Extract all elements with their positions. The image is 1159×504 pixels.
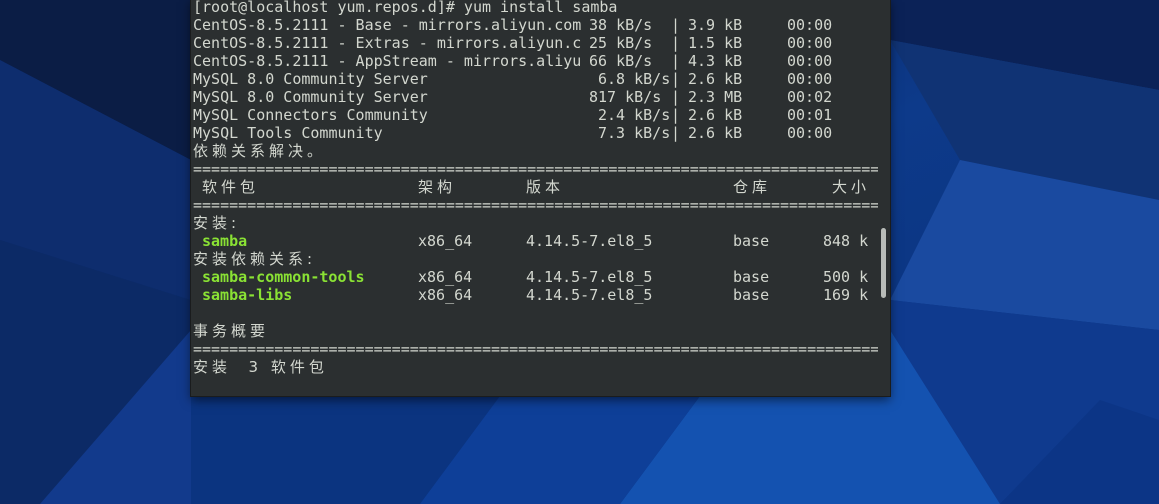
package-size: 848 k bbox=[823, 232, 869, 250]
package-version: 4.14.5-7.el8_5 bbox=[526, 268, 653, 286]
package-arch: x86_64 bbox=[418, 286, 473, 304]
repo-name: MySQL Connectors Community bbox=[193, 106, 428, 124]
repo-size: 4.3 kB bbox=[688, 52, 743, 70]
header-package: 软件包 bbox=[202, 178, 260, 196]
table-row: samba x86_64 4.14.5-7.el8_5 base 848 k bbox=[193, 232, 878, 250]
repo-speed: 6.8 kB/s bbox=[598, 70, 671, 88]
repo-time: 00:00 bbox=[787, 34, 833, 52]
repo-name: MySQL Tools Community bbox=[193, 124, 383, 142]
repo-line: CentOS-8.5.2111 - Base - mirrors.aliyun.… bbox=[193, 16, 878, 34]
install-label: 安装: bbox=[193, 214, 241, 232]
separator-line: ========================================… bbox=[193, 160, 878, 178]
pipe: | bbox=[671, 52, 681, 70]
package-arch: x86_64 bbox=[418, 232, 473, 250]
repo-line: CentOS-8.5.2111 - AppStream - mirrors.al… bbox=[193, 52, 878, 70]
package-repo: base bbox=[733, 286, 770, 304]
repo-name: CentOS-8.5.2111 - Extras - mirrors.aliyu… bbox=[193, 34, 582, 52]
pipe: | bbox=[671, 88, 681, 106]
repo-line: CentOS-8.5.2111 - Extras - mirrors.aliyu… bbox=[193, 34, 878, 52]
repo-speed: 66 kB/s bbox=[589, 52, 653, 70]
repo-name: CentOS-8.5.2111 - AppStream - mirrors.al… bbox=[193, 52, 582, 70]
terminal-scrollbar[interactable] bbox=[881, 228, 886, 298]
repo-name: MySQL 8.0 Community Server bbox=[193, 70, 428, 88]
table-row: samba-libs x86_64 4.14.5-7.el8_5 base 16… bbox=[193, 286, 878, 304]
repo-time: 00:00 bbox=[787, 70, 833, 88]
repo-size: 3.9 kB bbox=[688, 16, 743, 34]
package-name: samba-common-tools bbox=[202, 268, 365, 286]
repo-speed: 25 kB/s bbox=[589, 34, 653, 52]
header-version: 版本 bbox=[526, 178, 565, 196]
table-header: 软件包 架构 版本 仓库 大小 bbox=[193, 178, 878, 196]
pipe: | bbox=[671, 16, 681, 34]
repo-size: 2.6 kB bbox=[688, 70, 743, 88]
package-version: 4.14.5-7.el8_5 bbox=[526, 232, 653, 250]
pipe: | bbox=[671, 106, 681, 124]
package-name: samba bbox=[202, 232, 248, 250]
header-repo: 仓库 bbox=[733, 178, 772, 196]
repo-name: MySQL 8.0 Community Server bbox=[193, 88, 428, 106]
prompt-line: [root@localhost yum.repos.d]# yum instal… bbox=[193, 0, 618, 16]
pipe: | bbox=[671, 34, 681, 52]
package-version: 4.14.5-7.el8_5 bbox=[526, 286, 653, 304]
repo-speed: 38 kB/s bbox=[589, 16, 653, 34]
repo-time: 00:00 bbox=[787, 16, 833, 34]
package-repo: base bbox=[733, 232, 770, 250]
summary-line: 安装 3 软件包 bbox=[193, 358, 328, 376]
package-arch: x86_64 bbox=[418, 268, 473, 286]
deps-label: 安装依赖关系: bbox=[193, 250, 317, 268]
repo-size: 2.6 kB bbox=[688, 124, 743, 142]
repo-speed: 817 kB/s bbox=[589, 88, 662, 106]
separator-line: ========================================… bbox=[193, 340, 878, 358]
repo-line: MySQL Connectors Community 2.4 kB/s | 2.… bbox=[193, 106, 878, 124]
repo-name: CentOS-8.5.2111 - Base - mirrors.aliyun.… bbox=[193, 16, 582, 34]
repo-line: MySQL 8.0 Community Server 6.8 kB/s | 2.… bbox=[193, 70, 878, 88]
separator-line: ========================================… bbox=[193, 196, 878, 214]
pipe: | bbox=[671, 70, 681, 88]
table-row: samba-common-tools x86_64 4.14.5-7.el8_5… bbox=[193, 268, 878, 286]
package-repo: base bbox=[733, 268, 770, 286]
repo-time: 00:00 bbox=[787, 52, 833, 70]
deps-resolved-line: 依赖关系解决。 bbox=[193, 142, 327, 160]
terminal-output[interactable]: [root@localhost yum.repos.d]# yum instal… bbox=[193, 0, 878, 394]
summary-label: 事务概要 bbox=[193, 322, 270, 340]
repo-time: 00:01 bbox=[787, 106, 833, 124]
package-size: 500 k bbox=[823, 268, 869, 286]
repo-speed: 2.4 kB/s bbox=[598, 106, 671, 124]
repo-line: MySQL 8.0 Community Server 817 kB/s | 2.… bbox=[193, 88, 878, 106]
header-arch: 架构 bbox=[418, 178, 457, 196]
repo-speed: 7.3 kB/s bbox=[598, 124, 671, 142]
pipe: | bbox=[671, 124, 681, 142]
repo-size: 1.5 kB bbox=[688, 34, 743, 52]
header-size: 大小 bbox=[832, 178, 871, 196]
terminal-window[interactable]: [root@localhost yum.repos.d]# yum instal… bbox=[191, 0, 890, 396]
package-name: samba-libs bbox=[202, 286, 293, 304]
repo-size: 2.3 MB bbox=[688, 88, 743, 106]
repo-size: 2.6 kB bbox=[688, 106, 743, 124]
repo-time: 00:02 bbox=[787, 88, 833, 106]
package-size: 169 k bbox=[823, 286, 869, 304]
repo-time: 00:00 bbox=[787, 124, 833, 142]
repo-line: MySQL Tools Community 7.3 kB/s | 2.6 kB … bbox=[193, 124, 878, 142]
